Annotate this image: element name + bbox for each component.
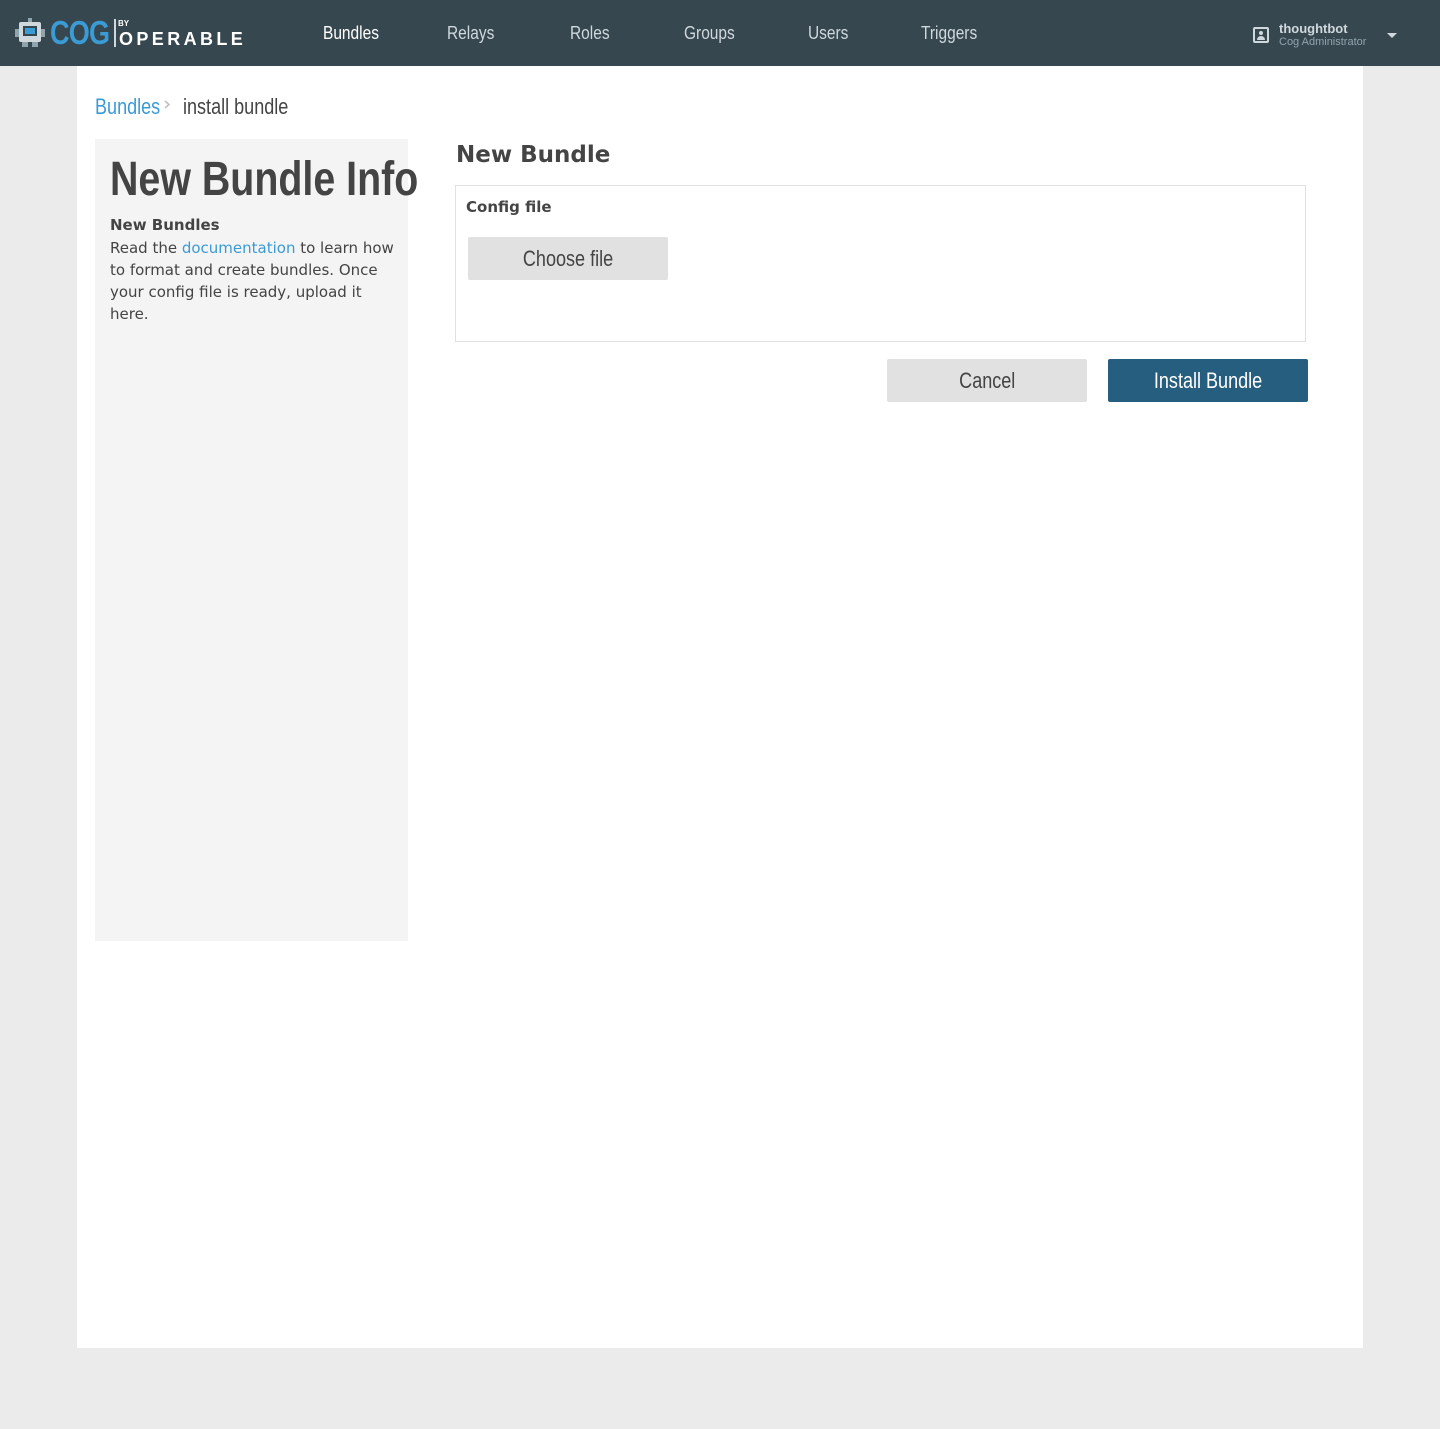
choose-file-label: Choose file [522, 245, 614, 271]
info-panel-text: Read the documentation to learn how to f… [110, 237, 400, 325]
user-name: thoughtbot [1279, 21, 1348, 36]
config-file-label: Config file [466, 198, 552, 216]
choose-file-button[interactable]: Choose file [468, 237, 668, 280]
user-role: Cog Administrator [1279, 36, 1367, 48]
info-text-lead: Read the [110, 239, 182, 257]
nav-item-users[interactable]: Users [808, 0, 848, 66]
top-navbar: COG BY OPERABLE Bundles Relays Roles Gro… [0, 0, 1440, 66]
nav-item-roles[interactable]: Roles [570, 0, 610, 66]
nav-item-relays[interactable]: Relays [447, 0, 494, 66]
logo-company: OPERABLE [119, 28, 247, 49]
nav-item-bundles[interactable]: Bundles [323, 0, 379, 66]
logo-divider [114, 19, 116, 47]
user-icon [1253, 27, 1269, 43]
breadcrumb-bundles-link[interactable]: Bundles [95, 92, 160, 122]
logo-wordmark: COG [50, 14, 110, 51]
nav-item-groups[interactable]: Groups [684, 0, 735, 66]
documentation-link[interactable]: documentation [182, 239, 296, 257]
form-title: New Bundle [456, 142, 611, 168]
info-panel-title: New Bundle Info [110, 153, 419, 206]
cog-logo[interactable]: COG BY OPERABLE [14, 14, 246, 52]
logo-by: BY [118, 19, 130, 28]
cancel-button[interactable]: Cancel [887, 359, 1087, 402]
robot-icon [15, 18, 45, 47]
nav-item-triggers[interactable]: Triggers [921, 0, 977, 66]
caret-down-icon[interactable] [1387, 33, 1397, 38]
install-bundle-button[interactable]: Install Bundle [1108, 359, 1308, 402]
install-bundle-label: Install Bundle [1153, 367, 1263, 393]
info-panel-subtitle: New Bundles [110, 216, 220, 234]
chevron-right-icon [164, 100, 170, 109]
breadcrumb-current: install bundle [183, 94, 289, 119]
cancel-label: Cancel [958, 367, 1016, 393]
